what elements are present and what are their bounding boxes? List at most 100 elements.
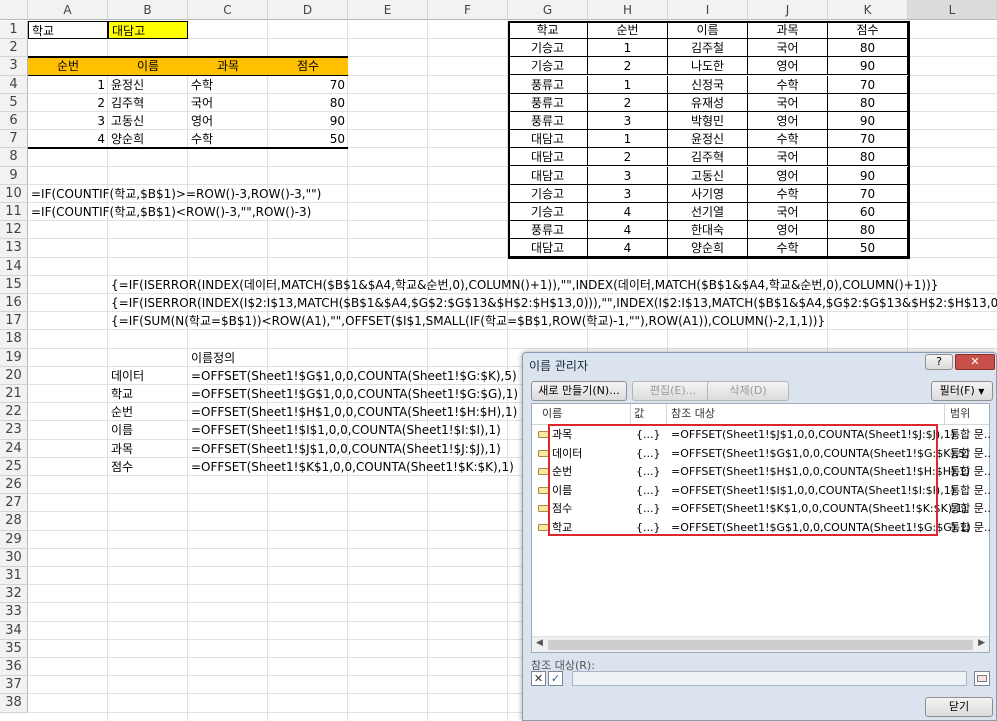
row-header-2[interactable]: 2 bbox=[0, 39, 28, 58]
column-header-I[interactable]: I bbox=[668, 0, 748, 20]
result-cell-name: 윤정신 bbox=[111, 77, 145, 92]
horizontal-scrollbar[interactable]: ◀ ▶ bbox=[532, 636, 989, 652]
row-header-36[interactable]: 36 bbox=[0, 658, 28, 677]
name-manager-dialog: 이름 관리자 ? ✕ 새로 만들기(N)... 편집(E)... 삭제(D) 필… bbox=[522, 352, 997, 721]
row-header-10[interactable]: 10 bbox=[0, 184, 28, 203]
col-scope-header[interactable]: 범위 bbox=[950, 404, 970, 424]
column-header-K[interactable]: K bbox=[828, 0, 908, 20]
row-header-22[interactable]: 22 bbox=[0, 403, 28, 422]
cell-school-label: 학교 bbox=[28, 21, 108, 39]
row-header-25[interactable]: 25 bbox=[0, 457, 28, 476]
row-header-27[interactable]: 27 bbox=[0, 494, 28, 513]
row-header-4[interactable]: 4 bbox=[0, 75, 28, 94]
name-list-scope: 통합 문... bbox=[950, 483, 990, 497]
name-def-formula: =OFFSET(Sheet1!$G$1,0,0,COUNTA(Sheet1!$G… bbox=[191, 368, 517, 383]
row-header-13[interactable]: 13 bbox=[0, 239, 28, 258]
names-list[interactable]: 이름 값 참조 대상 범위 과목 {...} =OFFSET(Sheet1!$J$1… bbox=[531, 403, 990, 653]
scroll-thumb[interactable] bbox=[548, 640, 973, 650]
row-header-34[interactable]: 34 bbox=[0, 621, 28, 640]
help-icon: ? bbox=[936, 355, 942, 368]
filter-button[interactable]: 필터(F) ▼ bbox=[931, 381, 993, 401]
row-header-38[interactable]: 38 bbox=[0, 694, 28, 713]
result-cell-name: 김주혁 bbox=[111, 95, 145, 110]
row-header-11[interactable]: 11 bbox=[0, 203, 28, 222]
result-cell-subject: 국어 bbox=[191, 95, 214, 110]
result-cell-subject: 수학 bbox=[191, 77, 214, 92]
column-header-A[interactable]: A bbox=[28, 0, 108, 20]
row-header-15[interactable]: 15 bbox=[0, 275, 28, 294]
row-header-29[interactable]: 29 bbox=[0, 530, 28, 549]
delete-name-button[interactable]: 삭제(D) bbox=[707, 381, 789, 401]
scroll-left-icon[interactable]: ◀ bbox=[536, 638, 543, 648]
name-list-scope: 통합 문... bbox=[950, 520, 990, 534]
dialog-title: 이름 관리자 bbox=[529, 359, 589, 373]
col-name-header[interactable]: 이름 bbox=[542, 404, 562, 424]
new-name-button[interactable]: 새로 만들기(N)... bbox=[531, 381, 627, 401]
column-header-E[interactable]: E bbox=[348, 0, 428, 20]
refers-to-input[interactable] bbox=[572, 671, 967, 686]
name-def-name: 데이터 bbox=[111, 368, 145, 383]
confirm-edit-button[interactable]: ✓ bbox=[548, 671, 563, 686]
row-header-5[interactable]: 5 bbox=[0, 93, 28, 112]
highlight-box bbox=[548, 424, 938, 536]
array-formula-text: {=IF(SUM(N(학교=$B$1))<ROW(A1),"",OFFSET($… bbox=[111, 314, 826, 329]
column-header-H[interactable]: H bbox=[588, 0, 668, 20]
result-cell-seq: 3 bbox=[97, 114, 105, 128]
array-formula-text: {=IF(ISERROR(INDEX(I$2:I$13,MATCH($B$1&$… bbox=[111, 296, 997, 310]
row-header-33[interactable]: 33 bbox=[0, 603, 28, 622]
scroll-right-icon[interactable]: ▶ bbox=[978, 638, 985, 648]
cancel-x-icon: ✕ bbox=[533, 672, 544, 685]
row-header-21[interactable]: 21 bbox=[0, 385, 28, 404]
name-list-scope: 통합 문... bbox=[950, 465, 990, 478]
formula-text: =IF(COUNTIF(학교,$B$1)<ROW()-3,"",ROW()-3) bbox=[31, 205, 312, 219]
column-header-J[interactable]: J bbox=[748, 0, 828, 20]
result-bottom-border bbox=[28, 147, 348, 150]
row-header-6[interactable]: 6 bbox=[0, 112, 28, 131]
column-header-B[interactable]: B bbox=[108, 0, 188, 20]
row-header-1[interactable]: 1 bbox=[0, 21, 28, 40]
row-header-7[interactable]: 7 bbox=[0, 130, 28, 149]
row-header-19[interactable]: 19 bbox=[0, 348, 28, 367]
row-header-18[interactable]: 18 bbox=[0, 330, 28, 349]
select-all-corner[interactable] bbox=[0, 0, 28, 20]
row-header-35[interactable]: 35 bbox=[0, 639, 28, 658]
row-header-16[interactable]: 16 bbox=[0, 294, 28, 313]
row-header-8[interactable]: 8 bbox=[0, 148, 28, 167]
name-def-name: 학교 bbox=[111, 387, 134, 401]
row-header-17[interactable]: 17 bbox=[0, 312, 28, 331]
row-header-32[interactable]: 32 bbox=[0, 585, 28, 604]
row-header-9[interactable]: 9 bbox=[0, 166, 28, 185]
row-header-30[interactable]: 30 bbox=[0, 548, 28, 567]
result-header: 과목 bbox=[216, 59, 240, 74]
row-header-26[interactable]: 26 bbox=[0, 476, 28, 495]
column-header-G[interactable]: G bbox=[508, 0, 588, 20]
column-header-D[interactable]: D bbox=[268, 0, 348, 20]
name-list-scope: 통합 문... bbox=[950, 446, 990, 460]
row-header-14[interactable]: 14 bbox=[0, 257, 28, 276]
cell-school-value: 대담고 bbox=[108, 21, 188, 39]
close-button[interactable]: ✕ bbox=[955, 354, 995, 370]
row-header-28[interactable]: 28 bbox=[0, 512, 28, 531]
help-button[interactable]: ? bbox=[925, 354, 953, 370]
close-dialog-button[interactable]: 닫기 bbox=[925, 697, 993, 717]
name-def-formula: =OFFSET(Sheet1!$I$1,0,0,COUNTA(Sheet1!$I… bbox=[191, 423, 501, 438]
name-def-name: 점수 bbox=[111, 459, 134, 474]
row-header-24[interactable]: 24 bbox=[0, 439, 28, 458]
name-list-scope: 통합 문... bbox=[950, 428, 990, 441]
edit-name-button[interactable]: 편집(E)... bbox=[632, 381, 714, 401]
cancel-edit-button[interactable]: ✕ bbox=[531, 671, 546, 686]
col-value-header[interactable]: 값 bbox=[634, 404, 644, 424]
row-header-12[interactable]: 12 bbox=[0, 221, 28, 240]
result-cell-score: 70 bbox=[329, 77, 345, 92]
column-header-L[interactable]: L bbox=[908, 0, 997, 20]
row-header-37[interactable]: 37 bbox=[0, 676, 28, 695]
row-header-31[interactable]: 31 bbox=[0, 567, 28, 586]
column-header-C[interactable]: C bbox=[188, 0, 268, 20]
row-header-20[interactable]: 20 bbox=[0, 366, 28, 385]
row-header-23[interactable]: 23 bbox=[0, 421, 28, 440]
column-header-F[interactable]: F bbox=[428, 0, 508, 20]
range-picker-button[interactable] bbox=[974, 671, 990, 686]
name-def-formula: =OFFSET(Sheet1!$G$1,0,0,COUNTA(Sheet1!$G… bbox=[191, 387, 519, 401]
col-ref-header[interactable]: 참조 대상 bbox=[671, 404, 715, 424]
row-header-3[interactable]: 3 bbox=[0, 57, 28, 76]
